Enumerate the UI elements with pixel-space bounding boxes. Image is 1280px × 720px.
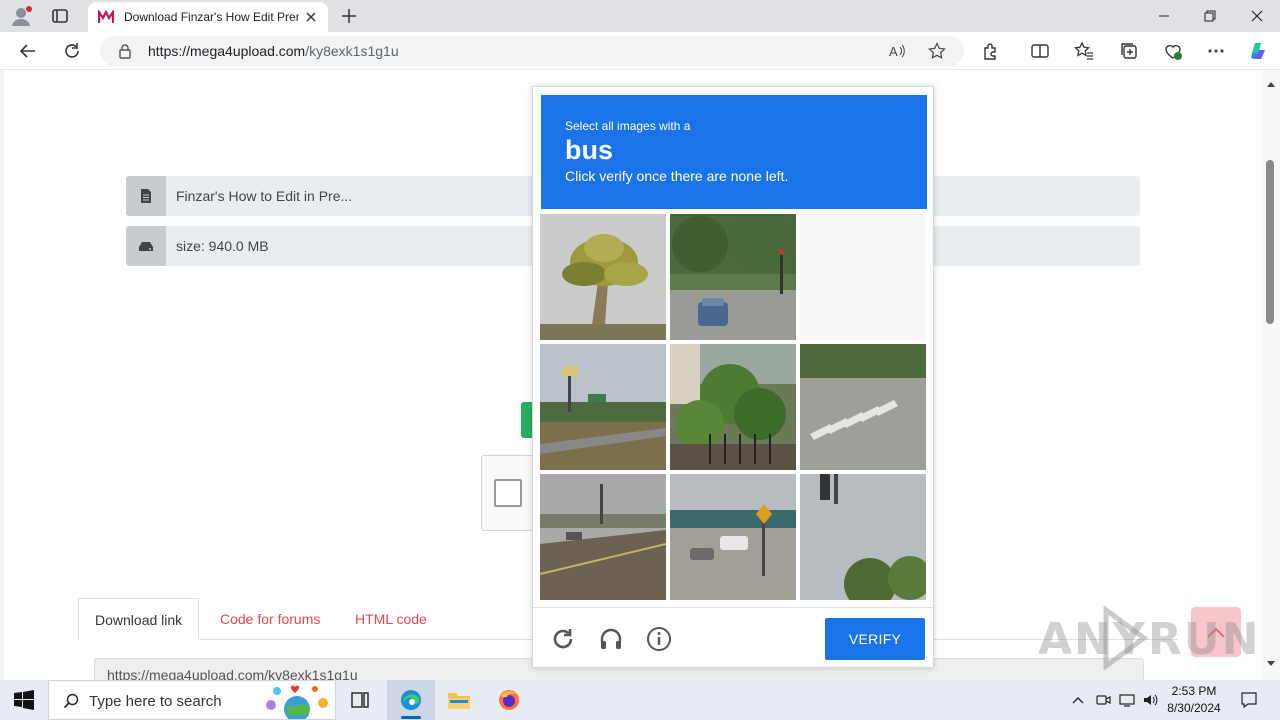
tab-code-for-forums[interactable]: Code for forums [204, 598, 336, 640]
browser-essentials-icon[interactable] [1163, 41, 1183, 61]
captcha-tile-garden-plants[interactable] [670, 344, 796, 470]
captcha-target-word: bus [565, 135, 614, 165]
task-view-icon [351, 692, 369, 708]
parking-lot-image [670, 474, 796, 600]
file-explorer-app[interactable] [435, 680, 483, 720]
highway-sign-image [540, 344, 666, 470]
favorites-icon[interactable] [1074, 41, 1094, 61]
tab-actions-icon[interactable] [50, 6, 70, 26]
captcha-checkbox[interactable] [494, 479, 522, 507]
captcha-tile-street-car[interactable] [670, 214, 796, 340]
close-window-icon[interactable] [1249, 8, 1265, 24]
info-icon[interactable] [646, 626, 672, 652]
captcha-tile-traffic-light[interactable] [800, 474, 926, 600]
task-view-app[interactable] [336, 680, 384, 720]
lock-icon[interactable] [118, 43, 132, 59]
search-highlight-art-icon [266, 685, 328, 719]
clock-date: 8/30/2024 [1167, 701, 1221, 715]
address-bar[interactable]: https://mega4upload.com/ky8exk1s1g1u A [100, 36, 964, 66]
back-arrow-icon[interactable] [18, 41, 38, 61]
search-icon [63, 693, 79, 709]
network-icon[interactable] [1119, 692, 1135, 708]
download-link-text: https://mega4upload.com/ky8exk1s1g1u [107, 667, 358, 680]
taskbar-search-box[interactable]: Type here to search [48, 680, 336, 720]
split-screen-icon[interactable] [1030, 41, 1050, 61]
tab-close-icon[interactable] [304, 10, 318, 24]
browser-toolbar: https://mega4upload.com/ky8exk1s1g1u A [0, 32, 1280, 70]
clock-time: 2:53 PM [1171, 684, 1217, 698]
show-hidden-icons-icon[interactable] [1070, 692, 1086, 708]
browser-tab-active[interactable]: Download Finzar's How Edit Pren [88, 2, 328, 32]
page-scrollbar[interactable] [1262, 70, 1280, 680]
crosswalk-image [800, 344, 926, 470]
windows-taskbar: Type here to search 2:53 PM 8/30/2024 [0, 680, 1280, 720]
site-favicon-icon [98, 10, 114, 23]
tab-download-link[interactable]: Download link [78, 598, 200, 640]
firefox-app[interactable] [485, 680, 533, 720]
minimize-icon[interactable] [1156, 8, 1172, 24]
scroll-down-arrow-icon[interactable] [1266, 660, 1276, 668]
captcha-header: Select all images with a bus Click verif… [541, 95, 927, 209]
search-placeholder: Type here to search [89, 693, 222, 710]
profile-avatar-icon[interactable] [10, 5, 34, 27]
file-name: Finzar's How to Edit in Pre... [176, 188, 353, 204]
captcha-tile-blank[interactable] [800, 214, 926, 340]
road-traffic-image [540, 474, 666, 600]
garden-plants-image [670, 344, 796, 470]
captcha-challenge: Select all images with a bus Click verif… [532, 86, 934, 668]
captcha-footer: VERIFY [533, 607, 933, 667]
captcha-tile-road-traffic[interactable] [540, 474, 666, 600]
folder-icon [448, 693, 470, 709]
document-icon [141, 189, 151, 203]
url-text[interactable]: https://mega4upload.com/ky8exk1s1g1u [148, 43, 399, 59]
refresh-icon[interactable] [62, 41, 82, 61]
edge-browser-icon [401, 690, 421, 710]
scroll-up-arrow-icon[interactable] [1266, 80, 1276, 88]
edge-app[interactable] [387, 680, 435, 720]
captcha-tile-parking-lot[interactable] [670, 474, 796, 600]
anyrun-watermark: ANY RUN [1038, 606, 1258, 670]
volume-icon[interactable] [1142, 692, 1158, 708]
notifications-icon[interactable] [1240, 691, 1258, 709]
windows-start-icon[interactable] [14, 690, 34, 710]
meet-now-icon[interactable] [1095, 692, 1111, 708]
favorite-star-icon[interactable] [928, 42, 946, 60]
scrollbar-thumb[interactable] [1266, 160, 1274, 324]
file-size: size: 940.0 MB [176, 238, 269, 254]
new-tab-icon[interactable] [340, 7, 358, 25]
url-path: /ky8exk1s1g1u [305, 43, 399, 59]
watermark-right-text: RUN [1148, 614, 1261, 665]
street-car-image [670, 214, 796, 340]
tab-title: Download Finzar's How Edit Pren [124, 10, 299, 24]
reload-icon[interactable] [550, 626, 576, 652]
captcha-tile-palm-tree[interactable] [540, 214, 666, 340]
tab-html-code[interactable]: HTML code [339, 598, 443, 640]
traffic-light-image [800, 474, 926, 600]
verify-button[interactable]: VERIFY [825, 618, 925, 660]
captcha-instruction-line1: Select all images with a [565, 119, 691, 133]
captcha-tile-highway-sign[interactable] [540, 344, 666, 470]
blank-tile-image [800, 214, 926, 340]
palm-tree-image [540, 214, 666, 340]
more-menu-icon[interactable] [1206, 41, 1226, 61]
copilot-icon[interactable] [1246, 39, 1270, 63]
captcha-instruction-line2: Click verify once there are none left. [565, 168, 789, 184]
hard-drive-icon [139, 242, 153, 251]
play-logo-icon [1103, 606, 1149, 670]
browser-tab-strip: Download Finzar's How Edit Pren [0, 0, 1280, 32]
collections-icon[interactable] [1119, 41, 1139, 61]
firefox-icon [499, 690, 519, 710]
svg-text:A: A [889, 44, 898, 59]
file-icon-box [126, 176, 166, 216]
size-icon-box [126, 226, 166, 266]
captcha-tile-crosswalk[interactable] [800, 344, 926, 470]
restore-icon[interactable] [1202, 8, 1218, 24]
read-aloud-icon[interactable]: A [888, 42, 906, 60]
audio-headphones-icon[interactable] [598, 626, 624, 652]
url-domain: https://mega4upload.com [148, 43, 306, 59]
system-clock[interactable]: 2:53 PM 8/30/2024 [1160, 683, 1228, 717]
extensions-icon[interactable] [981, 41, 1001, 61]
